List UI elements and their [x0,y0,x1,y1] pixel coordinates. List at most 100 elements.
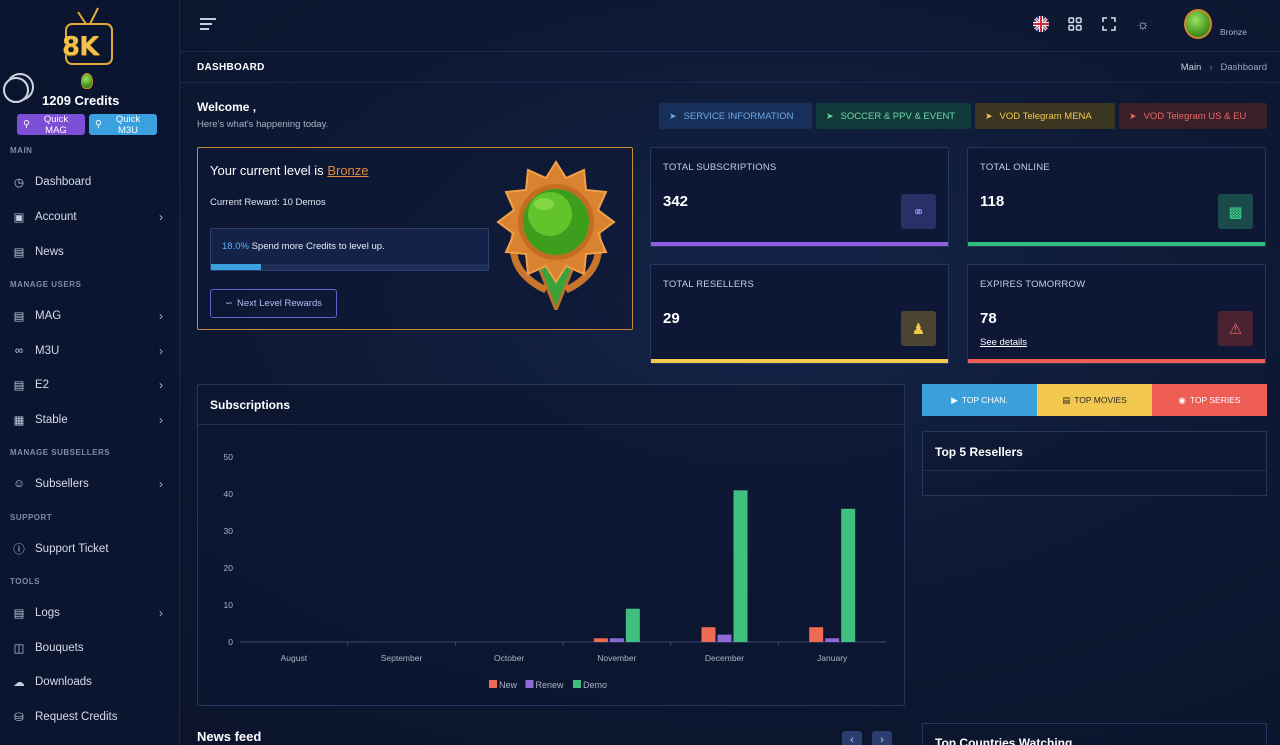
rank-gem-icon [81,73,93,89]
expires-tomorrow-card: EXPIRES TOMORROW 78 See details ⚠ [967,264,1266,364]
y-tick-label: 50 [224,452,234,462]
nav-section-manage-subsellers: MANAGE SUBSELLERS [10,448,111,457]
legend-swatch-new [489,680,497,688]
breadcrumb-current: Dashboard [1220,62,1267,73]
telegram-send-icon: ➤ [669,110,677,121]
sidebar-item-support-ticket[interactable]: ⓘ Support Ticket [0,535,180,563]
sidebar: 8K 1209 Credits ⚲ Quick MAG ⚲ Quick M3U … [0,0,180,745]
sun-theme-icon[interactable]: ☼ [1135,16,1151,32]
user-rank-label: Bronze [1220,27,1247,37]
stat-value: 342 [663,193,689,210]
breadcrumb: Main › Dashboard [1181,62,1267,73]
news-prev-button[interactable]: ‹ [842,731,862,745]
telegram-send-icon: ➤ [985,110,993,121]
avatar[interactable] [1184,9,1212,39]
user-tie-icon: ♟ [901,311,936,346]
page-title: DASHBOARD [197,62,265,73]
chevron-right-icon: › [159,413,163,427]
tab-top-movies[interactable]: ▤ TOP MOVIES [1037,384,1152,416]
bar-new-january [809,627,824,642]
sidebar-item-bouquets[interactable]: ◫ Bouquets [0,634,180,662]
apps-grid-icon[interactable] [1067,16,1083,32]
stat-accent-bar [651,242,948,246]
stat-value: 29 [663,310,680,327]
monitor-icon: ▩ [1218,194,1253,229]
sidebar-item-label: Downloads [35,676,92,688]
tab-top-series[interactable]: ◉ TOP SERIES [1152,384,1267,416]
sidebar-item-e2[interactable]: ▤ E2 › [0,371,180,399]
level-name-link[interactable]: Bronze [327,163,368,178]
hamburger-menu-icon[interactable] [200,18,216,30]
play-square-icon: ▶ [951,394,958,405]
sidebar-item-news[interactable]: ▤ News [0,238,180,266]
vod-telegram-us-eu-button[interactable]: ➤ VOD Telegram US & EU [1119,103,1267,129]
level-card: Your current level is Bronze Current Rew… [197,147,633,330]
chevron-right-icon: › [159,344,163,358]
sidebar-item-request-credits[interactable]: ⛁ Request Credits [0,703,180,731]
sidebar-item-downloads[interactable]: ☁ Downloads [0,668,180,696]
sidebar-item-m3u[interactable]: ∞ M3U › [0,337,180,365]
video-camera-icon: ◉ [1178,394,1186,405]
legend-label-renew: Renew [536,680,565,690]
level-progress-bar [211,264,488,270]
e2-box-icon: ▤ [13,380,25,392]
chevron-right-icon: › [159,309,163,323]
chevron-left-icon: ‹ [850,734,854,745]
globe-icon: ⚭ [901,194,936,229]
legend-label-demo: Demo [583,680,607,690]
sidebar-item-label: Bouquets [35,642,84,654]
next-level-rewards-button[interactable]: ∽ Next Level Rewards [210,289,337,318]
legend-label-new: New [499,680,518,690]
pill-label: VOD Telegram MENA [999,110,1092,122]
link-icon: ∞ [14,345,24,357]
news-feed-title: News feed [197,729,262,744]
divider [923,470,1266,471]
pill-label: SOCCER & PPV & EVENT [840,110,956,122]
stat-value: 118 [980,193,1005,210]
warning-triangle-icon: ⚠ [1218,311,1253,346]
news-next-button[interactable]: › [872,731,892,745]
level-title-prefix: Your current level is [210,163,328,178]
service-information-button[interactable]: ➤ SERVICE INFORMATION [659,103,812,129]
logs-icon: ▤ [13,608,25,620]
panel-title: Top 5 Resellers [935,445,1023,459]
subscriptions-chart-card: Subscriptions 50 40 30 20 10 0 August September… [197,384,905,706]
see-details-link[interactable]: See details [980,337,1027,348]
x-tick-label: August [281,653,308,663]
breadcrumb-main[interactable]: Main [1181,62,1202,73]
sidebar-item-dashboard[interactable]: ◷ Dashboard [0,168,180,196]
quick-m3u-button[interactable]: ⚲ Quick M3U [89,114,157,136]
vod-telegram-mena-button[interactable]: ➤ VOD Telegram MENA [975,103,1115,129]
sidebar-item-label: M3U [35,345,60,357]
soccer-ppv-event-button[interactable]: ➤ SOCCER & PPV & EVENT [816,103,971,129]
sidebar-item-label: Subsellers [35,478,89,490]
tab-top-channels[interactable]: ▶ TOP CHAN. [922,384,1037,416]
bar-renew-january [825,638,840,642]
sidebar-item-label: E2 [35,379,50,391]
welcome-title: Welcome , [197,100,257,114]
sidebar-item-account[interactable]: ▣ Account › [0,203,180,231]
chevron-right-icon: › [159,210,163,224]
news-icon: ▤ [13,247,25,259]
sidebar-item-subsellers[interactable]: ☺ Subsellers › [0,470,180,498]
fullscreen-icon[interactable] [1101,16,1117,32]
legend-swatch-demo [573,680,581,688]
x-tick-label: January [817,653,848,663]
sidebar-item-stable[interactable]: ▦ Stable › [0,406,180,434]
quick-mag-button[interactable]: ⚲ Quick MAG [17,114,85,136]
stat-accent-bar [651,359,948,363]
chart-title: Subscriptions [210,398,291,412]
sidebar-item-label: News [35,246,64,258]
app-logo[interactable]: 8K [58,4,120,70]
logo-text: 8K [62,32,99,62]
y-tick-label: 40 [224,489,234,499]
sidebar-item-logs[interactable]: ▤ Logs › [0,599,180,627]
user-circle-icon: ☺ [13,478,25,490]
next-level-label: Next Level Rewards [236,298,322,309]
sidebar-item-mag[interactable]: ▤ MAG › [0,302,180,330]
nav-section-manage-users: MANAGE USERS [10,280,82,289]
mag-box-icon: ▤ [13,311,25,323]
uk-flag-icon[interactable] [1033,16,1049,32]
tab-label: TOP CHAN. [961,395,1008,405]
pill-label: VOD Telegram US & EU [1143,110,1247,122]
